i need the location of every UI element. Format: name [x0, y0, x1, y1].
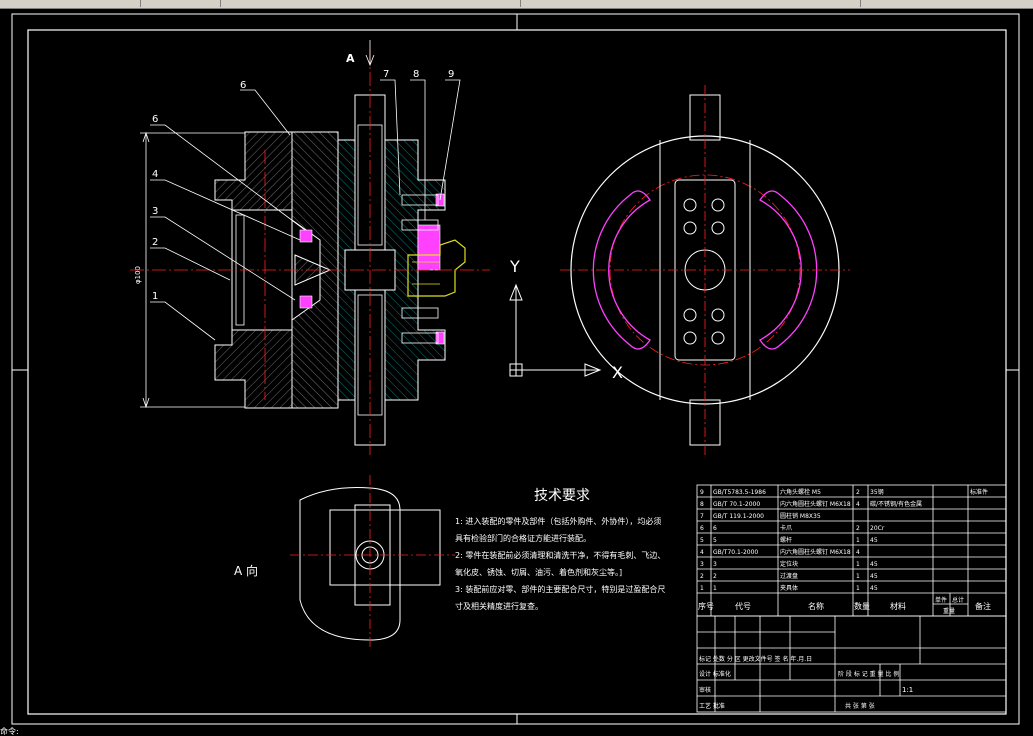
- title-block-row1: 标记 处数 分 区 更改文件号 签 名 年.月.日: [699, 655, 812, 663]
- svg-text:内六角圆柱头螺钉 M6X18: 内六角圆柱头螺钉 M6X18: [780, 500, 851, 508]
- ucs-axis-icon: [509, 283, 602, 377]
- axis-y-label: Y: [509, 257, 520, 276]
- svg-text:45: 45: [870, 537, 878, 544]
- command-line[interactable]: 命令:: [0, 728, 1033, 736]
- svg-text:GB/T 70.1-2000: GB/T 70.1-2000: [713, 501, 760, 508]
- svg-text:圆柱销 M8X35: 圆柱销 M8X35: [780, 512, 821, 520]
- svg-text:内六角圆柱头螺钉 M6X18: 内六角圆柱头螺钉 M6X18: [780, 548, 851, 556]
- svg-text:代号: 代号: [735, 601, 751, 611]
- svg-text:六角头螺栓 M5: 六角头螺栓 M5: [780, 488, 821, 496]
- cad-drawing-canvas[interactable]: φ100 A 6 6 4 3 2 1 7 8 9 Y X A 向 技术要求 1:…: [0, 8, 1033, 728]
- svg-text:碳/不锈钢/有色金属: 碳/不锈钢/有色金属: [870, 500, 922, 508]
- svg-text:20Cr: 20Cr: [870, 525, 885, 532]
- bom-header: 序号 代号 名称 数量 材料 单件 总计 重量 备注: [698, 596, 991, 615]
- svg-text:材料: 材料: [890, 601, 906, 611]
- svg-text:标准件: 标准件: [970, 488, 988, 496]
- callout-9: 9: [448, 69, 454, 80]
- svg-text:5: 5: [713, 537, 717, 544]
- svg-text:45: 45: [870, 585, 878, 592]
- svg-text:1: 1: [700, 585, 704, 592]
- title-block-stage: 阶 段 标 记 重 量 比 例: [838, 670, 899, 678]
- view-label-a: A: [346, 52, 355, 65]
- callout-1: 1: [152, 291, 158, 302]
- svg-text:4: 4: [856, 549, 860, 556]
- svg-text:8: 8: [700, 501, 704, 508]
- svg-text:GB/T 119.1-2000: GB/T 119.1-2000: [713, 513, 764, 520]
- tech-line-6: 寸及相关精度进行复查。: [455, 601, 543, 611]
- svg-text:夹具体: 夹具体: [780, 584, 798, 592]
- diameter-dimension: φ100: [134, 266, 142, 284]
- svg-text:螺杆: 螺杆: [780, 536, 792, 544]
- svg-text:6: 6: [700, 525, 704, 532]
- toolbar-segment[interactable]: [0, 0, 141, 7]
- svg-text:1: 1: [856, 537, 860, 544]
- svg-text:5: 5: [700, 537, 704, 544]
- svg-text:GB/T70.1-2000: GB/T70.1-2000: [713, 549, 758, 556]
- bom-rows: 9 GB/T5783.5-1986 六角头螺栓 M5 2 35钢 标准件 8 G…: [700, 488, 988, 592]
- tech-line-1: 1: 进入装配的零件及部件（包括外购件、外协件），均必须: [455, 516, 661, 526]
- callout-2: 2: [152, 237, 158, 248]
- svg-text:4: 4: [856, 501, 860, 508]
- title-block: [696, 615, 1007, 713]
- svg-text:3: 3: [700, 561, 704, 568]
- tech-line-5: 3: 装配前应对零、部件的主要配合尺寸，特别是过盈配合尺: [455, 584, 665, 594]
- title-block-scale: 1:1: [902, 686, 913, 694]
- callout-3: 3: [152, 206, 158, 217]
- svg-text:1: 1: [856, 573, 860, 580]
- svg-text:35钢: 35钢: [870, 488, 884, 496]
- a-direction-view: [290, 475, 455, 650]
- svg-text:4: 4: [700, 549, 704, 556]
- title-block-row3: 审核: [699, 686, 711, 694]
- svg-text:名称: 名称: [808, 601, 824, 611]
- svg-text:2: 2: [856, 489, 860, 496]
- callout-4: 4: [152, 169, 158, 180]
- title-block-row4: 工艺 批准: [699, 702, 725, 710]
- svg-text:数量: 数量: [854, 601, 870, 611]
- callout-6b: 6: [152, 114, 158, 125]
- front-view: [560, 85, 850, 455]
- callout-7: 7: [383, 69, 389, 80]
- axis-x-label: X: [612, 363, 623, 382]
- tech-line-2: 具有检验部门的合格证方能进行装配。: [455, 533, 591, 543]
- tech-line-3: 2: 零件在装配前必须清理和清洗干净，不得有毛刺、飞边、: [455, 550, 665, 560]
- svg-text:2: 2: [713, 573, 717, 580]
- svg-text:卡爪: 卡爪: [780, 524, 792, 532]
- svg-text:7: 7: [700, 513, 704, 520]
- svg-text:序号: 序号: [698, 601, 714, 611]
- svg-text:单件: 单件: [935, 596, 947, 604]
- title-block-sheet: 共 张 第 张: [845, 702, 875, 710]
- svg-text:3: 3: [713, 561, 717, 568]
- svg-text:GB/T5783.5-1986: GB/T5783.5-1986: [713, 489, 766, 496]
- svg-text:备注: 备注: [975, 601, 991, 611]
- tech-requirements-title: 技术要求: [534, 488, 590, 504]
- section-view: φ100 A 6 6 4 3 2 1 7 8 9: [130, 40, 490, 455]
- svg-text:45: 45: [870, 573, 878, 580]
- svg-text:1: 1: [856, 561, 860, 568]
- svg-text:过渡盘: 过渡盘: [780, 572, 798, 580]
- svg-text:1: 1: [713, 585, 717, 592]
- toolbar-segment[interactable]: [220, 0, 521, 7]
- callout-8: 8: [413, 69, 419, 80]
- svg-text:6: 6: [713, 525, 717, 532]
- toolbar-segment[interactable]: [140, 0, 221, 7]
- toolbar-segment[interactable]: [520, 0, 861, 7]
- callout-6a: 6: [240, 80, 246, 91]
- svg-text:1: 1: [856, 585, 860, 592]
- svg-text:重量: 重量: [943, 607, 955, 615]
- view-label-a-direction: A 向: [234, 563, 258, 578]
- svg-text:2: 2: [700, 573, 704, 580]
- tech-line-4: 氧化皮、锈蚀、切屑、油污、着色剂和灰尘等。]: [455, 567, 622, 577]
- title-block-row2: 设计 标准化: [699, 670, 731, 678]
- svg-text:2: 2: [856, 525, 860, 532]
- svg-text:定位块: 定位块: [780, 560, 798, 568]
- svg-text:总计: 总计: [952, 596, 964, 604]
- svg-text:9: 9: [700, 489, 704, 496]
- svg-text:45: 45: [870, 561, 878, 568]
